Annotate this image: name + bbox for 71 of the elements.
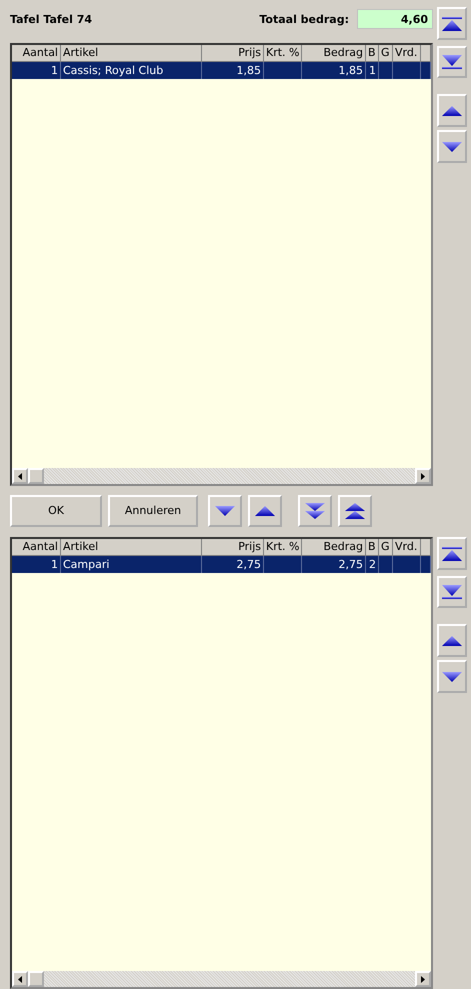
move-button[interactable] (437, 624, 467, 658)
table-cell: 1 (12, 62, 61, 79)
move-button[interactable] (437, 660, 467, 694)
scroll-left-button[interactable] (12, 468, 28, 484)
table-cell: 1 (12, 556, 61, 574)
column-header[interactable]: B (366, 539, 379, 556)
table-cell: 1,85 (302, 62, 366, 79)
double-down-arrow-icon (303, 502, 327, 520)
scroll-right-button[interactable] (415, 971, 431, 987)
table-cell (264, 556, 302, 574)
arrow-to-bottom-icon (440, 53, 464, 71)
table-cell (421, 556, 431, 574)
table-title: Tafel Tafel 74 (10, 13, 94, 26)
column-header[interactable]: Aantal (12, 539, 61, 556)
total-amount-field: 4,60 (357, 9, 433, 29)
column-header[interactable]: G (379, 539, 393, 556)
scroll-thumb[interactable] (28, 468, 44, 484)
horizontal-scrollbar[interactable] (12, 468, 431, 484)
column-header[interactable]: Artikel (61, 539, 202, 556)
column-header[interactable]: G (379, 45, 393, 62)
table-cell (393, 62, 421, 79)
double-up-arrow-icon (343, 502, 367, 520)
grid-row[interactable]: 1 Campari 2,75 2,75 2 (12, 556, 431, 574)
scroll-thumb[interactable] (28, 971, 44, 987)
column-header[interactable]: B (366, 45, 379, 62)
cancel-button[interactable]: Annuleren (108, 494, 198, 527)
move-button[interactable] (338, 494, 372, 527)
column-header[interactable]: Bedrag (302, 45, 366, 62)
table-cell (379, 556, 393, 574)
horizontal-scrollbar[interactable] (12, 971, 431, 987)
scroll-right-button[interactable] (415, 468, 431, 484)
move-button[interactable] (437, 537, 467, 570)
table-cell: 2,75 (302, 556, 366, 574)
move-button[interactable] (208, 494, 242, 527)
table-cell (393, 556, 421, 574)
move-button[interactable] (437, 94, 467, 127)
table-cell (421, 62, 431, 79)
move-button[interactable] (298, 494, 332, 527)
right-arrow-icon (421, 472, 425, 480)
total-label: Totaal bedrag: (259, 13, 349, 26)
table-cell: 2 (366, 556, 379, 574)
ok-button[interactable]: OK (10, 494, 102, 527)
column-header[interactable]: Bedrag (302, 539, 366, 556)
column-header[interactable]: Prijs (202, 539, 264, 556)
move-button[interactable] (437, 7, 467, 40)
column-header[interactable]: Vrd. (393, 45, 421, 62)
left-arrow-icon (18, 976, 22, 982)
arrow-to-top-icon (440, 544, 464, 563)
column-header[interactable]: Vrd. (393, 539, 421, 556)
left-arrow-icon (18, 472, 22, 480)
move-button[interactable] (437, 46, 467, 78)
table-cell (264, 62, 302, 79)
grid-row[interactable]: 1 Cassis; Royal Club 1,85 1,85 1 (12, 62, 431, 79)
column-header[interactable]: Krt. % (264, 45, 302, 62)
column-header[interactable]: Krt. % (264, 539, 302, 556)
table-cell: 1,85 (202, 62, 264, 79)
move-button[interactable] (437, 130, 467, 163)
table-cell: 2,75 (202, 556, 264, 574)
column-header[interactable]: Aantal (12, 45, 61, 62)
move-button[interactable] (437, 576, 467, 608)
column-header[interactable]: Prijs (202, 45, 264, 62)
move-button[interactable] (248, 494, 282, 527)
table-cell: Campari (61, 556, 202, 574)
arrow-to-top-icon (440, 14, 464, 32)
table-cell: 1 (366, 62, 379, 79)
table-cell (379, 62, 393, 79)
table-cell: Cassis; Royal Club (61, 62, 202, 79)
arrow-to-bottom-icon (440, 583, 464, 602)
right-arrow-icon (421, 976, 425, 982)
column-header[interactable]: Artikel (61, 45, 202, 62)
scroll-left-button[interactable] (12, 971, 28, 987)
